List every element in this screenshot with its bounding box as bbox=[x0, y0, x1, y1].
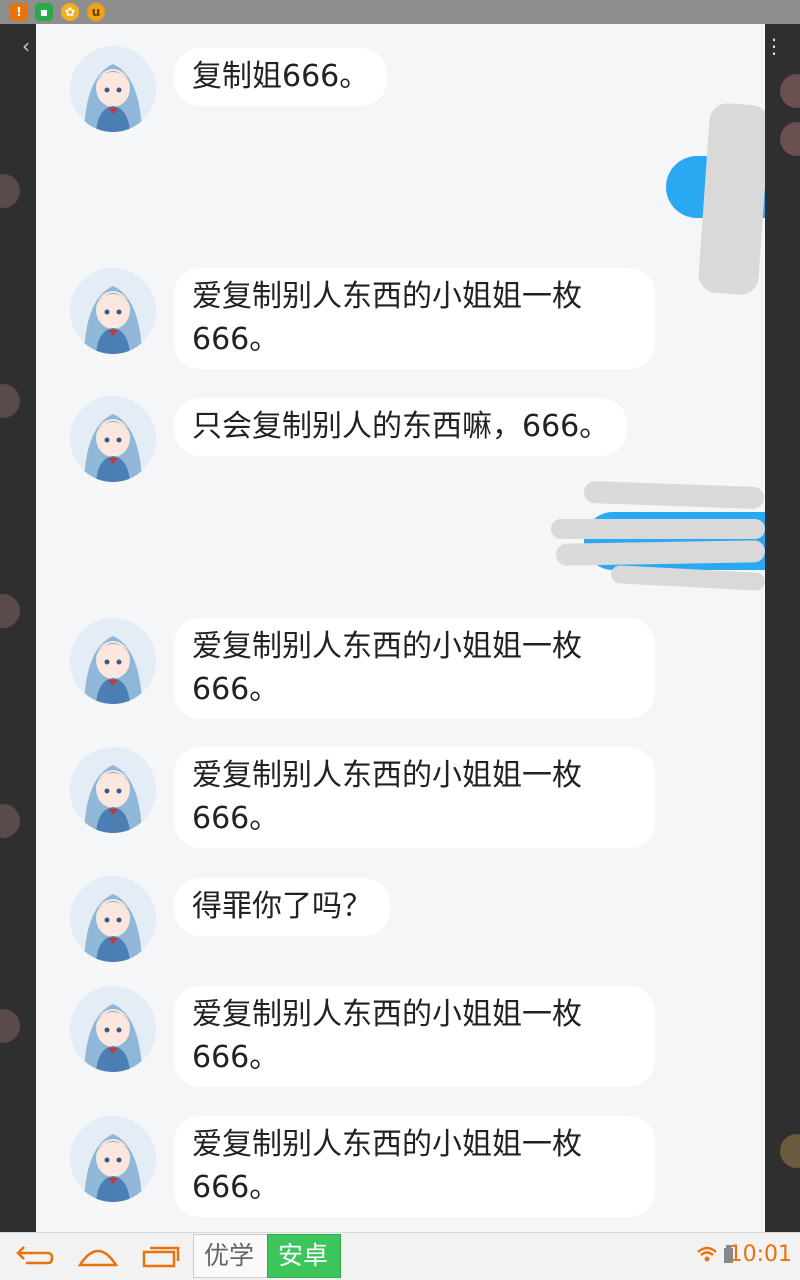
avatar[interactable] bbox=[70, 986, 156, 1072]
message-bubble[interactable]: 爱复制别人东西的小姐姐一枚 666。 bbox=[174, 747, 655, 848]
message-bubble[interactable]: 爱复制别人东西的小姐姐一枚 666。 bbox=[174, 1116, 655, 1217]
background-app-right bbox=[764, 24, 800, 1232]
message-bubble[interactable]: 爱复制别人东西的小姐姐一枚 666。 bbox=[174, 986, 655, 1087]
message-bubble[interactable]: 得罪你了吗？ bbox=[174, 878, 390, 936]
avatar[interactable] bbox=[70, 876, 156, 962]
avatar[interactable] bbox=[70, 618, 156, 704]
message-bubble[interactable]: 只会复制别人的东西嘛，666。 bbox=[174, 398, 628, 456]
avatar[interactable] bbox=[70, 268, 156, 354]
background-avatar bbox=[780, 1134, 800, 1168]
ad-label-android[interactable]: 安卓 bbox=[267, 1234, 341, 1278]
redaction-scribble bbox=[583, 480, 765, 510]
avatar[interactable] bbox=[70, 747, 156, 833]
gallery-icon: ▪ bbox=[35, 3, 53, 21]
background-avatar bbox=[0, 594, 20, 628]
status-bar: ! ▪ ✿ u bbox=[0, 0, 800, 24]
more-menu-icon[interactable]: ⋮ bbox=[764, 34, 784, 58]
chat-message-list[interactable]: 复制姐666。 爱复制别人东西的小姐姐一枚 666。 只会复制别人的东西嘛，66… bbox=[36, 24, 765, 1232]
background-app-left bbox=[0, 24, 36, 1232]
clock: 10:01 bbox=[728, 1242, 792, 1267]
background-avatar bbox=[780, 122, 800, 156]
avatar[interactable] bbox=[70, 46, 156, 132]
message-bubble[interactable]: 爱复制别人东西的小姐姐一枚 666。 bbox=[174, 268, 655, 369]
ad-label-youxue[interactable]: 优学 bbox=[193, 1234, 267, 1278]
game-icon: ✿ bbox=[61, 3, 79, 21]
message-bubble[interactable]: 爱复制别人东西的小姐姐一枚 666。 bbox=[174, 618, 655, 719]
redaction-scribble bbox=[697, 102, 765, 296]
back-arrow-icon[interactable]: ‹ bbox=[22, 34, 30, 58]
home-icon[interactable] bbox=[76, 1241, 120, 1271]
warning-icon: ! bbox=[10, 3, 28, 21]
background-avatar bbox=[0, 804, 20, 838]
avatar[interactable] bbox=[70, 396, 156, 482]
back-icon[interactable] bbox=[12, 1241, 56, 1271]
uc-browser-icon: u bbox=[87, 3, 105, 21]
system-nav-bar: 优学 安卓 10:01 bbox=[0, 1232, 800, 1280]
message-bubble[interactable]: 复制姐666。 bbox=[174, 48, 388, 106]
avatar[interactable] bbox=[70, 1116, 156, 1202]
background-avatar bbox=[780, 74, 800, 108]
background-avatar bbox=[0, 384, 20, 418]
recent-apps-icon[interactable] bbox=[140, 1241, 184, 1271]
background-avatar bbox=[0, 1009, 20, 1043]
redaction-scribble bbox=[551, 519, 765, 539]
redaction-scribble bbox=[555, 540, 765, 566]
background-avatar bbox=[0, 174, 20, 208]
